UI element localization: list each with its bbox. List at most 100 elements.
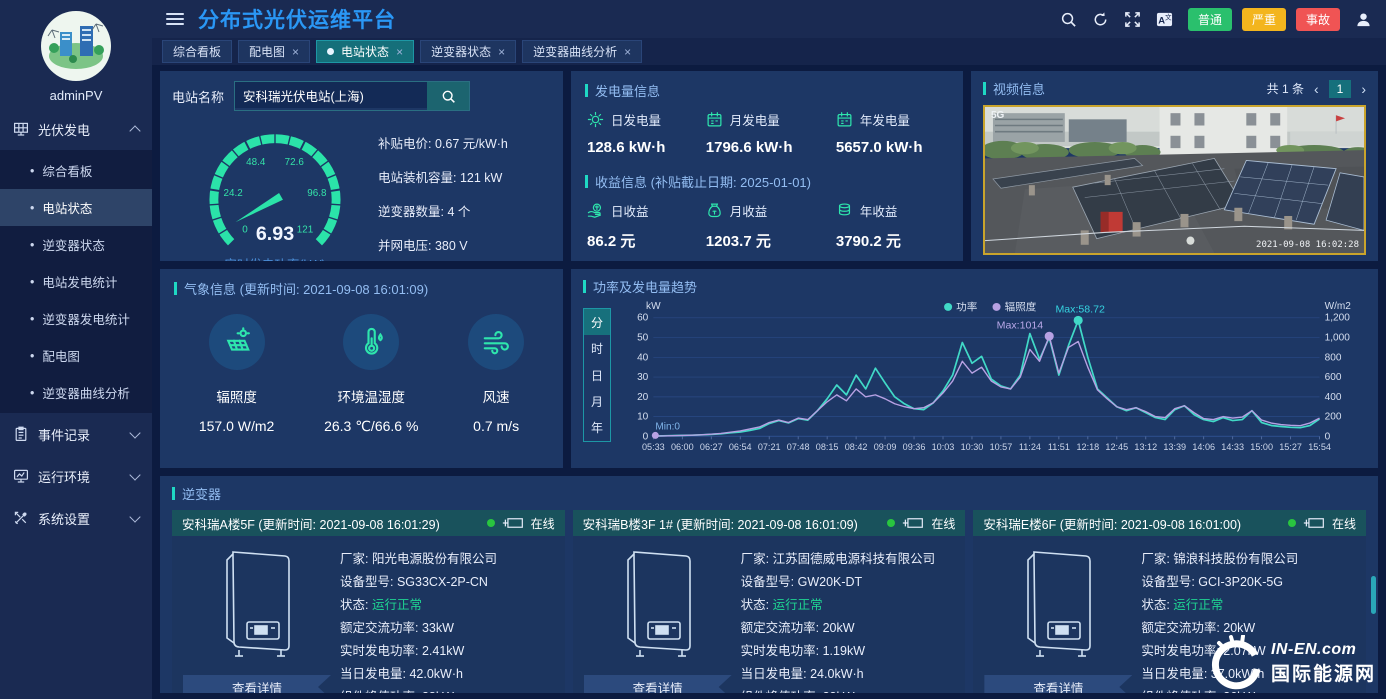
metric-value: 86.2 元 (587, 230, 706, 251)
svg-text:12:18: 12:18 (1076, 442, 1099, 452)
sidebar-item-逆变器状态[interactable]: •逆变器状态 (0, 226, 152, 263)
sun-icon (587, 111, 604, 128)
inverter-card-header: 安科瑞E楼6F (更新时间: 2021-09-08 16:01:00)在线 (973, 510, 1366, 536)
sidebar-group-光伏发电[interactable]: 光伏发电 (0, 108, 152, 150)
close-icon[interactable]: × (624, 46, 631, 58)
detail-value: SG33CX-2P-CN (397, 575, 488, 589)
alarm-badge-事故[interactable]: 事故 (1296, 8, 1340, 31)
sidebar-item-电站状态[interactable]: •电站状态 (0, 189, 152, 226)
video-prev-button[interactable]: ‹ (1314, 81, 1319, 97)
station-info-电站装机容量: 电站装机容量: 121 kW (378, 167, 551, 186)
detail-当日发电量: 当日发电量: 42.0kW·h (340, 663, 557, 686)
tab-逆变器状态[interactable]: 逆变器状态 × (420, 40, 516, 63)
svg-text:13:39: 13:39 (1163, 442, 1186, 452)
svg-text:08:42: 08:42 (845, 442, 868, 452)
inverter-detail-rows: 厂家: 江苏固德威电源科技有限公司设备型号: GW20K-DT状态: 运行正常额… (741, 546, 958, 693)
sidebar-item-电站发电统计[interactable]: •电站发电统计 (0, 263, 152, 300)
view-details-button[interactable]: 查看详情 (584, 675, 732, 693)
alarm-badge-普通[interactable]: 普通 (1188, 8, 1232, 31)
sidebar-item-配电图[interactable]: •配电图 (0, 337, 152, 374)
sidebar-item-逆变器曲线分析[interactable]: •逆变器曲线分析 (0, 374, 152, 411)
power-gauge: 024.248.472.696.81216.93 (172, 115, 378, 258)
view-details-button[interactable]: 查看详情 (984, 675, 1132, 693)
translate-icon[interactable]: A文 (1156, 11, 1173, 28)
gauge-tick-label: 96.8 (307, 188, 327, 199)
period-tab-分[interactable]: 分 (584, 309, 610, 335)
svg-text:800: 800 (1325, 352, 1342, 363)
detail-当日发电量: 当日发电量: 24.0kW·h (741, 663, 958, 686)
svg-text:20: 20 (637, 392, 649, 403)
scrollbar-thumb[interactable] (1371, 576, 1376, 614)
video-page-number[interactable]: 1 (1329, 80, 1352, 98)
period-tab-月[interactable]: 月 (584, 388, 610, 414)
metric-label: 月发电量 (730, 110, 780, 129)
gauge-tick-label: 72.6 (285, 157, 305, 168)
video-timestamp: 2021-09-08 16:02:28 (1256, 240, 1359, 250)
site-watermark: IN-EN.com 国际能源网 (1209, 635, 1376, 691)
metric-日发电量: 日发电量128.6 kW·h (587, 110, 706, 156)
bullet-icon: • (30, 238, 34, 252)
sidebar: adminPV 光伏发电•综合看板•电站状态•逆变器状态•电站发电统计•逆变器发… (0, 0, 152, 699)
online-label: 在线 (531, 515, 555, 532)
video-scene (985, 107, 1364, 253)
period-tab-年[interactable]: 年 (584, 415, 610, 441)
sidebar-item-label: 电站状态 (42, 198, 92, 217)
view-details-button[interactable]: 查看详情 (183, 675, 331, 693)
video-panel: 视频信息 共 1 条 ‹ 1 › (971, 71, 1378, 261)
svg-text:15:27: 15:27 (1279, 442, 1302, 452)
alarm-badge-严重[interactable]: 严重 (1242, 8, 1286, 31)
close-icon[interactable]: × (292, 46, 299, 58)
trend-title: 功率及发电量趋势 (583, 277, 1366, 296)
weather-风速: 风速0.7 m/s (468, 314, 524, 435)
detail-value: 运行正常 (773, 598, 823, 612)
period-tab-日[interactable]: 日 (584, 362, 610, 388)
video-feed[interactable]: 5G 2021-09-08 16:02:28 (983, 105, 1366, 255)
menu-toggle-icon[interactable] (166, 13, 184, 25)
watermark-domain: IN-EN.com (1271, 641, 1376, 659)
sidebar-item-逆变器发电统计[interactable]: •逆变器发电统计 (0, 300, 152, 337)
station-search-input[interactable] (235, 82, 427, 108)
period-tab-时[interactable]: 时 (584, 335, 610, 361)
user-icon[interactable] (1355, 11, 1372, 28)
sidebar-item-label: 逆变器发电统计 (42, 309, 130, 328)
metric-label: 月收益 (730, 201, 768, 220)
svg-text:功率: 功率 (956, 300, 977, 313)
active-dot-icon (327, 48, 334, 55)
station-search-button[interactable] (427, 82, 469, 110)
close-icon[interactable]: × (396, 46, 403, 58)
video-next-button[interactable]: › (1361, 81, 1366, 97)
sidebar-item-综合看板[interactable]: •综合看板 (0, 152, 152, 189)
tab-配电图[interactable]: 配电图× (238, 40, 310, 63)
detail-value: 锦浪科技股份有限公司 (1173, 552, 1298, 566)
tab-电站状态[interactable]: 电站状态× (316, 40, 414, 63)
tab-label: 综合看板 (173, 43, 221, 60)
svg-text:文: 文 (1165, 12, 1172, 21)
close-icon[interactable]: × (498, 46, 505, 58)
tab-综合看板[interactable]: 综合看板 (162, 40, 232, 63)
detail-value: 江苏固德威电源科技有限公司 (773, 552, 936, 566)
metric-value: 1203.7 元 (706, 230, 836, 251)
detail-value: 2.41kW (422, 644, 464, 658)
inverter-panel: 逆变器 安科瑞A楼5F (更新时间: 2021-09-08 16:01:29)在… (160, 476, 1378, 693)
svg-text:15:00: 15:00 (1250, 442, 1273, 452)
inverter-status: 在线 (887, 515, 955, 532)
inverter-icon (902, 517, 924, 529)
sidebar-group-事件记录[interactable]: 事件记录 (0, 413, 152, 455)
coin-hand-icon (587, 202, 604, 219)
sidebar-group-运行环境[interactable]: 运行环境 (0, 455, 152, 497)
detail-设备型号: 设备型号: SG33CX-2P-CN (340, 571, 557, 594)
sidebar-group-系统设置[interactable]: 系统设置 (0, 497, 152, 539)
search-icon[interactable] (1060, 11, 1077, 28)
power-max-annotation: Max:58.72 (1055, 304, 1105, 315)
fullscreen-icon[interactable] (1124, 11, 1141, 28)
station-name-label: 电站名称 (172, 87, 224, 106)
refresh-icon[interactable] (1092, 11, 1109, 28)
svg-text:14:06: 14:06 (1192, 442, 1215, 452)
inverter-card-body: 查看详情厂家: 阳光电源股份有限公司设备型号: SG33CX-2P-CN状态: … (172, 536, 565, 693)
tab-逆变器曲线分析[interactable]: 逆变器曲线分析× (522, 40, 642, 63)
tab-label: 逆变器状态 (431, 43, 491, 60)
metric-月收益: 月收益 1203.7 元 (706, 201, 836, 251)
detail-value: 20kW (823, 621, 855, 635)
generation-title: 发电量信息 (585, 81, 949, 100)
svg-text:0: 0 (1325, 431, 1331, 442)
